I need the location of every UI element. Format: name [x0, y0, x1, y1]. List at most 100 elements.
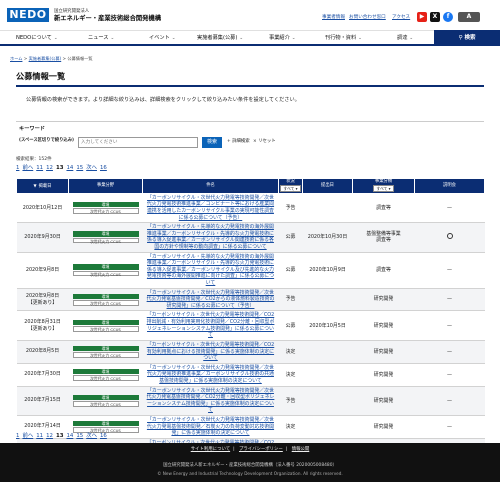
dash-icon: — — [447, 423, 452, 430]
detail-search-toggle[interactable]: + 詳細検索 — [227, 139, 250, 145]
nedo-logo[interactable]: NEDO — [7, 8, 49, 22]
cell-deadline — [302, 193, 353, 224]
page-link[interactable]: 1 — [16, 433, 19, 439]
cell-name-link[interactable]: 「カーボンリサイクル・次世代火力発電等技術開発／CO2有効利用拠点における技術開… — [142, 340, 279, 364]
cell-status: 公募 — [278, 222, 303, 253]
type-filter-select[interactable]: すべて ▾ — [373, 185, 394, 193]
col-header-explain: 説明会 — [414, 178, 485, 194]
cell-name-link[interactable]: 「カーボンリサイクル・次世代火力発電等技術開発／次世代火力発電基盤技術開発／CO… — [142, 386, 279, 417]
footer-link-disclosure[interactable]: 情報公開 — [292, 447, 310, 452]
col-header-name: 件名 — [142, 178, 279, 194]
cell-explain: — — [414, 340, 485, 364]
page-link[interactable]: 11 — [36, 433, 43, 439]
cell-explain: — — [414, 363, 485, 387]
cell-field: 環境次世代火力 CCUS — [68, 288, 143, 312]
table-header-row: ▼ 掲載日 事業分野 件名 状況 すべて ▾ 提出日 事業分類 すべて ▾ 説明会 — [16, 178, 485, 194]
footer-org: 国立研究開発法人新エネルギー・産業技術総合開発機構（法人番号 202000500… — [163, 463, 337, 468]
page-title: 公募情報一覧 — [16, 71, 66, 81]
page-link[interactable]: 11 — [36, 165, 43, 171]
footer-link-privacy[interactable]: プライバシーポリシー — [239, 447, 283, 452]
col-header-date[interactable]: ▼ 掲載日 — [16, 178, 69, 194]
youtube-icon[interactable]: ▶ — [417, 12, 427, 22]
page: NEDO 国立研究開発法人 新エネルギー・産業技術総合開発機構 事業者情報 お問… — [0, 0, 500, 482]
chevron-down-icon: ⌄ — [171, 36, 176, 41]
cell-field: 環境次世代火力 CCUS — [68, 222, 143, 253]
page-link[interactable]: 14 — [66, 165, 73, 171]
nav-label: 実施者募集(公募) — [197, 35, 238, 41]
page-link[interactable]: 次へ — [86, 165, 97, 171]
cell-field: 環境次世代火力 CCUS — [68, 310, 143, 341]
cell-type: 研究開発 — [352, 288, 415, 312]
field-badge: 環境 — [72, 420, 139, 427]
nav-search-button[interactable]: ⚲ 検索 — [434, 30, 500, 46]
breadcrumb: ホーム > 実施者募集(公募) > 公募情報一覧 — [10, 56, 93, 61]
nav-item-publications[interactable]: 刊行物・資料 ⌄ — [325, 31, 362, 45]
cell-date: 2020年9月8日 【更新あり】 — [16, 288, 69, 312]
cell-name-link[interactable]: 「カーボンリサイクル・次世代火力発電等技術開発／次世代火力発電技術推進事業／コン… — [142, 193, 279, 224]
nav-label: ニュース — [88, 35, 109, 41]
reset-button[interactable]: × リセット — [253, 139, 276, 145]
page-link[interactable]: 前へ — [22, 433, 33, 439]
page-link[interactable]: 14 — [66, 433, 73, 439]
cell-deadline — [302, 288, 353, 312]
cell-field: 環境次世代火力 CCUS — [68, 386, 143, 417]
page-link[interactable]: 15 — [76, 433, 83, 439]
nav-item-procurement[interactable]: 調達 ⌄ — [397, 31, 413, 45]
facebook-icon[interactable]: f — [443, 12, 453, 22]
status-filter-select[interactable]: すべて ▾ — [280, 185, 301, 193]
nav-item-projects[interactable]: 事業紹介 ⌄ — [269, 31, 296, 45]
cell-name-link[interactable]: 「カーボンリサイクル・先導的な火力発電技術の海外展開推進事業／カーボンリサイクル… — [142, 252, 279, 289]
cell-type: 研究開発 — [352, 310, 415, 341]
nav-item-news[interactable]: ニュース ⌄ — [88, 31, 114, 45]
page-link[interactable]: 1 — [16, 165, 19, 171]
nav-item-events[interactable]: イベント ⌄ — [149, 31, 176, 45]
dash-icon: — — [447, 204, 452, 211]
dash-icon: — — [447, 348, 452, 355]
deadline-text: 2020年10月5日 — [309, 322, 346, 329]
footer-link-terms[interactable]: サイト利用について — [191, 447, 230, 452]
date-text: 2020年9月30日 — [24, 233, 61, 240]
cell-type: 研究開発 — [352, 386, 415, 417]
field-badge: 環境 — [72, 293, 139, 300]
breadcrumb-current: 公募情報一覧 — [67, 56, 93, 61]
keyword-input[interactable] — [78, 137, 198, 148]
page-link[interactable]: 前へ — [22, 165, 33, 171]
cell-date: 2020年8月31日 【更新あり】 — [16, 310, 69, 341]
page-link[interactable]: 16 — [100, 165, 107, 171]
util-link-access[interactable]: アクセス — [392, 15, 410, 21]
page-link[interactable]: 15 — [76, 165, 83, 171]
global-nav: NEDOについて ⌄ ニュース ⌄ イベント ⌄ 実施者募集(公募) ⌄ 事業紹介 ⌄ 刊… — [0, 30, 500, 46]
cell-name-link[interactable]: 「カーボンリサイクル・次世代火力発電等技術開発／次世代火力発電基盤技術開発／石炭… — [142, 415, 279, 439]
breadcrumb-calls[interactable]: 実施者募集(公募) — [29, 56, 62, 61]
cell-name-link[interactable]: 「カーボンリサイクル・先導的な火力発電技術の海外展開推進事業／カーボンリサイクル… — [142, 222, 279, 253]
dash-icon: — — [447, 397, 452, 404]
nav-item-about[interactable]: NEDOについて ⌄ — [16, 31, 58, 45]
chevron-down-icon: ⌄ — [291, 36, 296, 41]
language-icon[interactable]: A — [458, 12, 480, 22]
page-link[interactable]: 16 — [100, 433, 107, 439]
util-link-contact[interactable]: お問い合わせ窓口 — [349, 15, 386, 21]
field-tag: 次世代火力 CCUS — [72, 237, 139, 244]
page-link[interactable]: 12 — [46, 165, 53, 171]
circle-icon — [446, 233, 453, 240]
cell-name-link[interactable]: 「カーボンリサイクル・次世代火力発電等技術開発／次世代火力発電基盤技術開発／CO… — [142, 288, 279, 312]
col-header-field: 事業分野 — [68, 178, 143, 194]
x-icon[interactable]: X — [430, 12, 440, 22]
dash-icon: — — [447, 266, 452, 273]
cell-type: 調査等 — [352, 252, 415, 289]
cell-name-link[interactable]: 「カーボンリサイクル・次世代火力発電等技術開発／CO2排出削減・有効利用実用化技… — [142, 310, 279, 341]
keyword-label: キーワード — [19, 126, 45, 132]
select-value: すべて — [283, 186, 295, 192]
util-link-business[interactable]: 事業者情報 — [322, 15, 345, 21]
nav-item-calls[interactable]: 実施者募集(公募) ⌄ — [197, 31, 243, 45]
result-count: 検索結果：152件 — [16, 157, 52, 162]
page-link[interactable]: 次へ — [86, 433, 97, 439]
chevron-down-icon: ⌄ — [110, 36, 115, 41]
page-link[interactable]: 12 — [46, 433, 53, 439]
reset-label: リセット — [258, 139, 276, 144]
table-row: 2020年8月5日 環境 次世代火力 CCUS 「カーボンリサイクル・次世代火力発電等… — [16, 340, 485, 364]
keyword-search-button[interactable]: 検索 — [202, 137, 222, 148]
cell-name-link[interactable]: 「カーボンリサイクル・次世代火力発電等技術開発／次世代火力発電技術推進事業／カー… — [142, 363, 279, 387]
cell-type: 研究開発 — [352, 363, 415, 387]
breadcrumb-home[interactable]: ホーム — [10, 56, 22, 61]
